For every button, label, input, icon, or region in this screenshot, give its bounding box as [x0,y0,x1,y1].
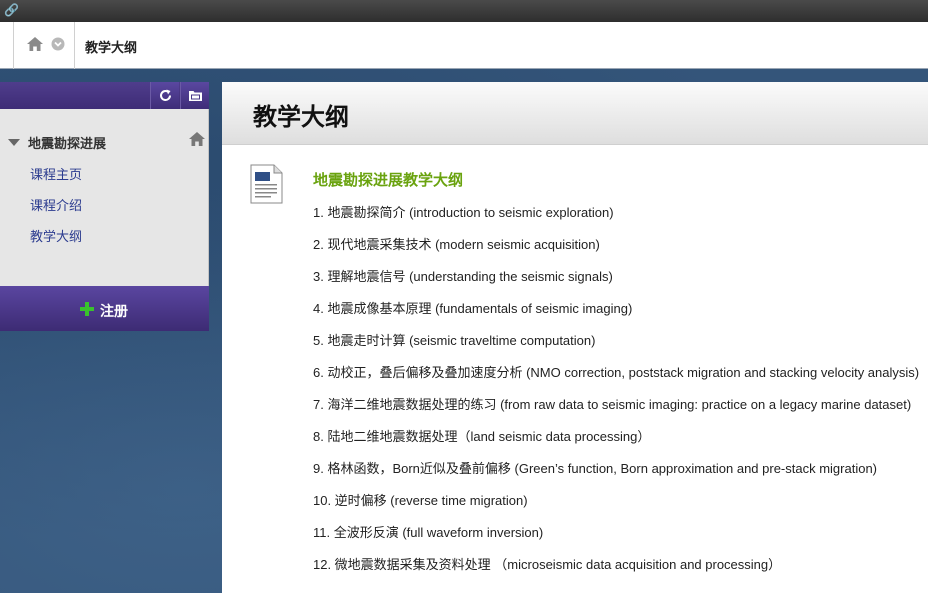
document-title-link[interactable]: 地震勘探进展教学大纲 [313,169,463,190]
breadcrumb-bar: 教学大纲 [0,22,928,69]
outline-item: 7. 海洋二维地震数据处理的练习 (from raw data to seism… [313,397,912,412]
document-icon[interactable] [250,164,283,204]
outline-item: 3. 理解地震信号 (understanding the seismic sig… [313,269,613,284]
course-menu: 地震勘探进展 课程主页 课程介绍 教学大纲 [0,109,209,286]
outline-item: 2. 现代地震采集技术 (modern seismic acquisition) [313,237,600,252]
collapse-triangle-icon[interactable] [8,139,20,146]
link-icon[interactable]: 🔗 [4,3,19,17]
refresh-button[interactable] [150,82,179,109]
folder-icon [189,91,202,101]
sidebar-item-course-home[interactable]: 课程主页 [30,164,82,183]
outline-item: 10. 逆时偏移 (reverse time migration) [313,493,528,508]
content-header: 教学大纲 [222,82,928,145]
sidebar-item-course-intro[interactable]: 课程介绍 [30,195,82,214]
refresh-icon [160,89,171,101]
home-icon[interactable] [188,131,206,147]
course-menu-heading[interactable]: 地震勘探进展 [8,133,106,152]
outline-item: 4. 地震成像基本原理 (fundamentals of seismic ima… [313,301,633,316]
top-strip: 🔗 [0,0,928,22]
outline-item: 6. 动校正，叠后偏移及叠加速度分析 (NMO correction, post… [313,365,920,380]
outline-item: 11. 全波形反演 (full waveform inversion) [313,525,544,540]
outline-item: 12. 微地震数据采集及资料处理 （microseismic data acqu… [313,557,782,572]
home-icon[interactable] [26,36,44,52]
outline-item: 1. 地震勘探简介 (introduction to seismic explo… [313,205,614,220]
content-panel: 教学大纲 地震勘探进展教学大纲 1. 地震勘探简介 (introduction … [222,82,928,593]
register-button[interactable]: 注册 [0,286,209,331]
register-label: 注册 [100,304,128,320]
sidebar-header [0,82,209,109]
page-title: 教学大纲 [253,103,349,131]
outline-item: 9. 格林函数，Born近似及叠前偏移 (Green’s function, B… [313,461,878,476]
plus-icon [80,302,94,316]
folder-button[interactable] [180,82,209,109]
syllabus-outline: 1. 地震勘探简介 (introduction to seismic explo… [313,202,928,586]
breadcrumb-title: 教学大纲 [85,41,138,56]
course-title: 地震勘探进展 [28,137,107,152]
sidebar-item-syllabus[interactable]: 教学大纲 [30,226,82,245]
outline-item: 5. 地震走时计算 (seismic traveltime computatio… [313,333,596,348]
chevron-down-circle-icon[interactable] [51,37,65,51]
breadcrumb-nav [13,22,75,69]
outline-item: 8. 陆地二维地震数据处理（land seismic data processi… [313,429,651,444]
